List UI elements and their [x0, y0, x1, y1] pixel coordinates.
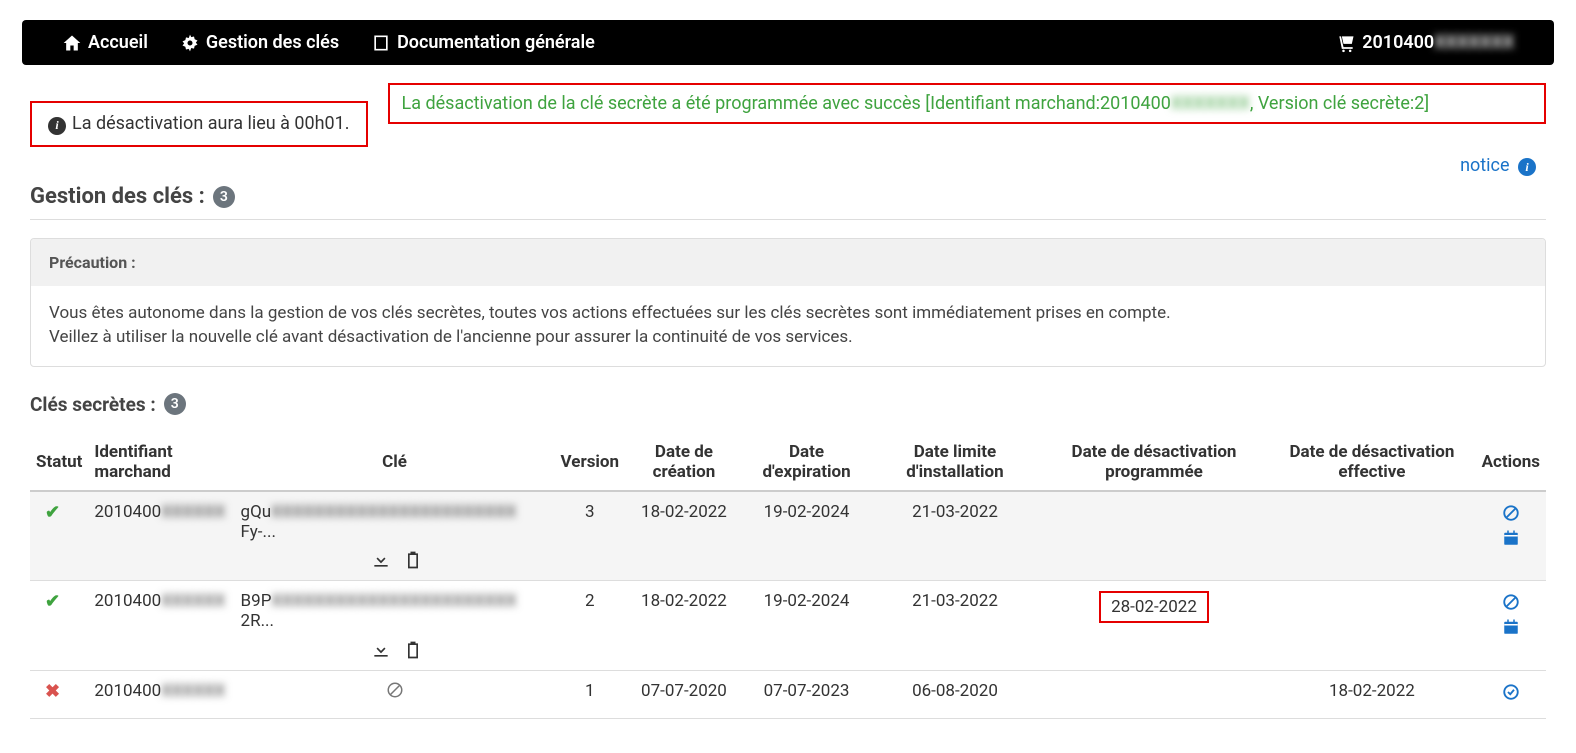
nav-docs[interactable]: Documentation générale	[371, 32, 595, 53]
check-icon: ✔	[45, 502, 60, 523]
col-actions: Actions	[1476, 434, 1546, 491]
table-row: ✔ 2010400XXXXXXgQuXXXXXXXXXXXXXXXXXXXXXXX…	[30, 491, 1546, 581]
precaution-panel: Précaution : Vous êtes autonome dans la …	[30, 238, 1546, 367]
key-cell: gQuXXXXXXXXXXXXXXXXXXXXXXXFy-...	[235, 491, 555, 581]
created-cell: 18-02-2022	[625, 581, 743, 671]
info-icon: i	[48, 117, 66, 135]
merchant-cell: 2010400XXXXXX	[88, 581, 234, 671]
home-icon	[62, 33, 82, 53]
version-cell: 3	[555, 491, 626, 581]
check-icon: ✔	[45, 591, 60, 612]
col-created: Date de création	[625, 434, 743, 491]
col-deact-sched: Date de désactivation programmée	[1040, 434, 1269, 491]
schedule-button[interactable]	[1482, 618, 1540, 641]
keys-table: Statut Identifiant marchand Clé Version …	[30, 434, 1546, 719]
panel-line2: Veillez à utiliser la nouvelle clé avant…	[49, 326, 1527, 350]
panel-header: Précaution :	[31, 239, 1545, 286]
expires-cell: 07-07-2023	[743, 670, 870, 718]
key-cell: B9PXXXXXXXXXXXXXXXXXXXXXXX2R...	[235, 581, 555, 671]
info-icon: i	[1518, 158, 1536, 176]
version-cell: 1	[555, 670, 626, 718]
count-badge: 3	[164, 393, 186, 415]
nav-home-label: Accueil	[88, 32, 148, 53]
key-cell	[235, 670, 555, 718]
count-badge: 3	[213, 186, 235, 208]
notice-link[interactable]: notice	[1460, 155, 1509, 176]
nav-merchant[interactable]: 2010400XXXXXXX	[1336, 32, 1514, 53]
nav-keys[interactable]: Gestion des clés	[180, 32, 339, 53]
actions-cell	[1476, 491, 1546, 581]
col-expires: Date d'expiration	[743, 434, 870, 491]
nav-docs-label: Documentation générale	[397, 32, 595, 53]
notice-row: notice i	[0, 147, 1576, 177]
created-cell: 18-02-2022	[625, 491, 743, 581]
install_limit-cell: 21-03-2022	[870, 581, 1040, 671]
version-cell: 2	[555, 581, 626, 671]
nav-merchant-id: 2010400XXXXXXX	[1362, 32, 1514, 53]
forbid-icon	[386, 684, 404, 704]
schedule-button[interactable]	[1482, 529, 1540, 552]
status-cell: ✔	[30, 491, 88, 581]
success-alert: La désactivation de la clé secrète a été…	[388, 83, 1546, 124]
actions-cell	[1476, 581, 1546, 671]
table-row: ✖ 2010400XXXXXX 107-07-202007-07-202306-08…	[30, 670, 1546, 718]
install_limit-cell: 06-08-2020	[870, 670, 1040, 718]
deact-eff-cell	[1268, 491, 1475, 581]
clipboard-icon[interactable]	[403, 550, 423, 570]
subtitle: Clés secrètes : 3	[0, 387, 1576, 422]
download-icon[interactable]	[371, 640, 391, 660]
deact-sched-cell	[1040, 491, 1269, 581]
cross-icon: ✖	[45, 681, 60, 702]
col-merchant: Identifiant marchand	[88, 434, 234, 491]
expires-cell: 19-02-2024	[743, 491, 870, 581]
expires-cell: 19-02-2024	[743, 581, 870, 671]
gear-icon	[180, 33, 200, 53]
deact-eff-cell	[1268, 581, 1475, 671]
col-version: Version	[555, 434, 626, 491]
info-alert: i La désactivation aura lieu à 00h01.	[30, 101, 368, 147]
actions-cell	[1476, 670, 1546, 718]
created-cell: 07-07-2020	[625, 670, 743, 718]
col-status: Statut	[30, 434, 88, 491]
key-text: B9PXXXXXXXXXXXXXXXXXXXXXXX2R...	[241, 591, 549, 631]
deactivate-button[interactable]	[1482, 593, 1540, 616]
cart-icon	[1336, 33, 1356, 53]
panel-line1: Vous êtes autonome dans la gestion de vo…	[49, 302, 1527, 326]
section-title: Gestion des clés : 3	[0, 176, 1576, 217]
clipboard-icon[interactable]	[403, 640, 423, 660]
info-alert-text: La désactivation aura lieu à 00h01.	[72, 113, 350, 134]
deact-sched-cell: 28-02-2022	[1040, 581, 1269, 671]
success-alert-text: La désactivation de la clé secrète a été…	[402, 93, 1430, 114]
col-key: Clé	[235, 434, 555, 491]
navbar: Accueil Gestion des clés Documentation g…	[22, 20, 1554, 65]
done-button[interactable]	[1482, 683, 1540, 706]
nav-home[interactable]: Accueil	[62, 32, 148, 53]
merchant-cell: 2010400XXXXXX	[88, 670, 234, 718]
key-text: gQuXXXXXXXXXXXXXXXXXXXXXXXFy-...	[241, 502, 549, 542]
book-icon	[371, 33, 391, 53]
status-cell: ✖	[30, 670, 88, 718]
deact-eff-cell: 18-02-2022	[1268, 670, 1475, 718]
merchant-cell: 2010400XXXXXX	[88, 491, 234, 581]
col-install-limit: Date limite d'installation	[870, 434, 1040, 491]
col-deact-eff: Date de désactivation effective	[1268, 434, 1475, 491]
download-icon[interactable]	[371, 550, 391, 570]
nav-keys-label: Gestion des clés	[206, 32, 339, 53]
divider	[30, 219, 1546, 220]
install_limit-cell: 21-03-2022	[870, 491, 1040, 581]
table-row: ✔ 2010400XXXXXXB9PXXXXXXXXXXXXXXXXXXXXXXX…	[30, 581, 1546, 671]
deact-sched-cell	[1040, 670, 1269, 718]
status-cell: ✔	[30, 581, 88, 671]
table-header: Statut Identifiant marchand Clé Version …	[30, 434, 1546, 491]
deactivate-button[interactable]	[1482, 504, 1540, 527]
